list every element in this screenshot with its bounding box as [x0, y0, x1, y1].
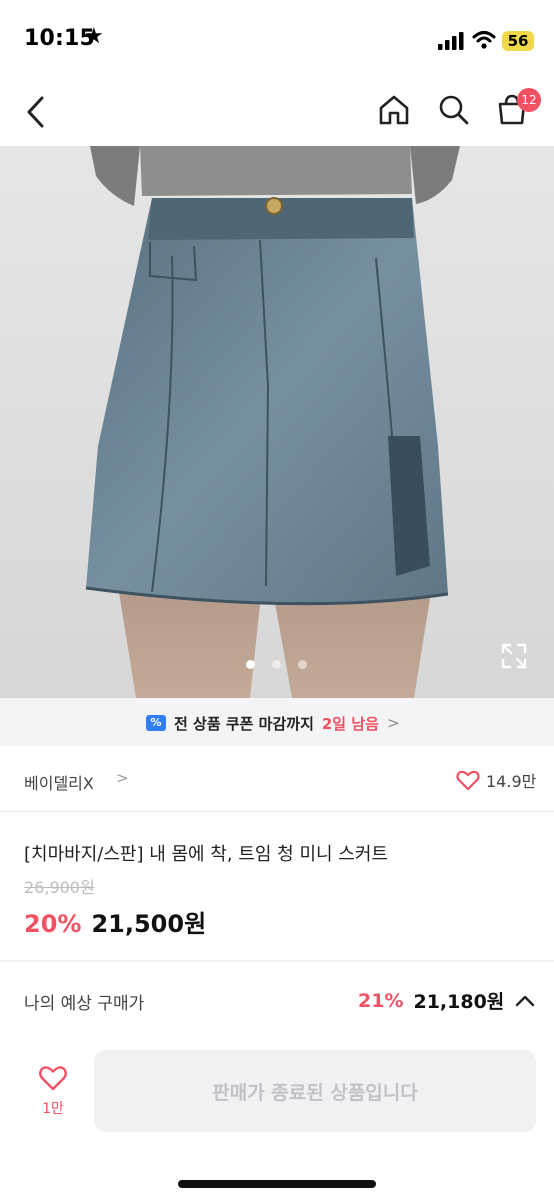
- heart-icon: [39, 1066, 67, 1091]
- gallery-dot: [298, 660, 307, 669]
- home-indicator: [178, 1180, 376, 1188]
- expected-price: 21,180원: [413, 991, 505, 1013]
- cart-count-badge: 12: [517, 88, 541, 112]
- wishlist-count: 1만: [42, 1101, 64, 1117]
- coupon-icon: %: [146, 715, 166, 731]
- top-nav-bar: 12: [0, 80, 554, 146]
- chevron-right-icon: >: [386, 714, 400, 732]
- expected-price-row[interactable]: 나의 예상 구매가 21% 21,180원: [0, 962, 554, 1034]
- sale-price: 21,500원: [91, 910, 207, 938]
- brand-like-button[interactable]: 14.9만: [456, 768, 536, 792]
- coupon-text: 전 상품 쿠폰 마감까지: [174, 714, 314, 733]
- gallery-dot: [246, 660, 255, 669]
- cellular-signal-icon: [438, 32, 464, 50]
- bottom-action-bar: 1만 판매가 종료된 상품입니다: [0, 1034, 554, 1200]
- search-icon[interactable]: [436, 92, 472, 128]
- product-title: [치마바지/스판] 내 몸에 착, 트임 청 미니 스커트: [24, 844, 388, 865]
- gallery-page-indicator: [246, 660, 316, 670]
- heart-icon: [456, 770, 480, 791]
- original-price: 26,900원: [24, 878, 95, 897]
- expected-discount-rate: 21%: [358, 989, 404, 1012]
- gallery-dot: [272, 660, 281, 669]
- brand-name-link[interactable]: 베이델리X: [24, 770, 94, 794]
- wifi-icon: [472, 31, 496, 49]
- home-icon[interactable]: [376, 92, 412, 128]
- wishlist-button[interactable]: 1만: [26, 1064, 80, 1118]
- battery-indicator: 56: [502, 31, 534, 51]
- chevron-right-icon: >: [116, 769, 129, 787]
- star-icon: ★: [84, 24, 104, 49]
- price-row: 20% 21,500원: [24, 904, 206, 939]
- fullscreen-expand-icon[interactable]: [500, 642, 528, 670]
- purchase-button-disabled[interactable]: 판매가 종료된 상품입니다: [94, 1050, 536, 1132]
- product-image-gallery[interactable]: [0, 146, 554, 698]
- product-info: [치마바지/스판] 내 몸에 착, 트임 청 미니 스커트 26,900원 20…: [0, 812, 554, 960]
- back-icon[interactable]: [20, 92, 54, 132]
- brand-row: 베이델리X > 14.9만: [0, 746, 554, 812]
- discount-rate: 20%: [24, 910, 82, 938]
- product-photo: [85, 146, 460, 698]
- coupon-banner[interactable]: % 전 상품 쿠폰 마감까지 2일 남음 >: [0, 698, 554, 746]
- expected-price-label: 나의 예상 구매가: [24, 994, 145, 1014]
- chevron-up-icon[interactable]: [514, 994, 536, 1008]
- status-bar: 10:15 ★ 56: [0, 0, 554, 80]
- brand-like-count: 14.9만: [486, 772, 537, 791]
- coupon-days-left: 2일 남음: [321, 714, 379, 733]
